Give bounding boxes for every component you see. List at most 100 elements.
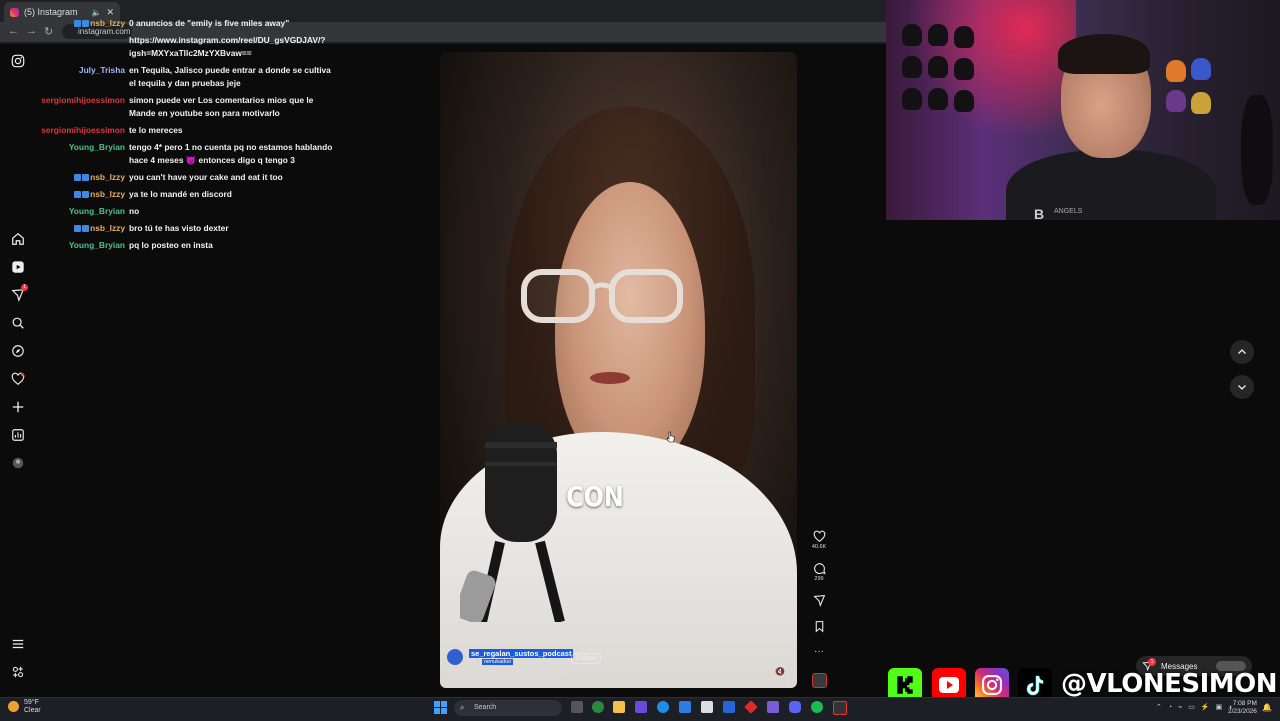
reel-video[interactable]: CON se_regalan_sustos_podcast nenukadoo … <box>440 52 797 688</box>
chat-username <box>30 34 129 60</box>
more-options-icon[interactable]: ··· <box>810 646 828 657</box>
more-icon[interactable] <box>10 636 26 652</box>
clock-time: 7:08 PM <box>1232 700 1257 707</box>
taskbar-clock[interactable]: 7:08 PM 2/23/2026 <box>1228 700 1257 716</box>
meta-icon[interactable] <box>10 664 26 680</box>
shelf-cap <box>1191 58 1211 80</box>
clock-date: 2/23/2026 <box>1228 708 1257 715</box>
edge-icon[interactable] <box>657 701 669 713</box>
messages-icon[interactable]: 1 <box>10 284 28 303</box>
comment-icon <box>813 563 826 575</box>
next-reel-button[interactable] <box>1230 375 1254 399</box>
chat-badge-icon <box>82 191 90 198</box>
notifications-icon[interactable] <box>10 371 26 387</box>
share-icon <box>812 595 825 607</box>
chat-message: sergiomihijoessimon te lo mereces <box>30 124 340 137</box>
chat-username: sergiomihijoessimon <box>30 124 129 137</box>
search-icon[interactable] <box>10 315 26 331</box>
search-icon: ⌕ <box>460 703 465 712</box>
discord-icon[interactable] <box>789 701 801 713</box>
wall-cap <box>902 24 922 46</box>
home-icon[interactable] <box>10 231 26 247</box>
store-icon[interactable] <box>723 701 735 713</box>
app-icon[interactable] <box>701 701 713 713</box>
chat-text: bro tú te has visto dexter <box>129 223 229 233</box>
speaker-icon[interactable]: 🔈 <box>91 8 101 17</box>
system-tray-icons[interactable]: ⌃◔⌁▭⚡▣◖ <box>1156 703 1238 711</box>
chat-badge-icon <box>74 191 82 198</box>
explore-icon[interactable] <box>10 343 26 359</box>
share-button[interactable] <box>810 594 828 608</box>
wall-cap <box>928 56 948 78</box>
chat-badge-icon <box>82 174 90 181</box>
chevron-down-icon <box>1238 385 1246 390</box>
bookmark-icon <box>815 621 823 633</box>
chat-username: sergiomihijoessimon <box>30 94 129 120</box>
windows-start-icon[interactable] <box>434 701 447 714</box>
profile-icon[interactable] <box>10 455 26 471</box>
chat-username-text: sergiomihijoessimon <box>41 125 125 135</box>
instagram-logo-icon[interactable] <box>10 53 26 69</box>
chat-message: Young_Bryian pq lo posteo en insta <box>30 239 340 252</box>
volume-icon[interactable]: 🔇 <box>775 667 785 676</box>
chat-badge-icon <box>82 20 90 27</box>
obs-icon[interactable] <box>833 701 847 715</box>
chat-message: https://www.instagram.com/reel/DU_gsVGDJ… <box>30 34 340 60</box>
audio-thumbnail[interactable] <box>812 673 827 688</box>
chat-username-text: nsb_Izzy <box>90 189 125 199</box>
shelf-cap <box>1166 90 1186 112</box>
mail-icon[interactable] <box>679 701 691 713</box>
previous-reel-button[interactable] <box>1230 340 1254 364</box>
messages-badge: 1 <box>1148 658 1156 666</box>
chat-username: Young_Bryian <box>30 205 129 218</box>
streamer-handle: @VLONESIMON <box>1061 669 1278 699</box>
chat-username: Young_Bryian <box>30 141 129 167</box>
chat-text: no <box>129 206 140 216</box>
chat-username: Young_Bryian <box>30 239 129 252</box>
close-tab-icon[interactable]: ✕ <box>106 7 114 18</box>
chat-badge-icon <box>82 225 90 232</box>
create-icon[interactable] <box>10 399 26 415</box>
reel-caption-overlay: CON <box>566 480 624 513</box>
chat-text: te lo mereces <box>129 125 183 135</box>
spotify-icon[interactable] <box>811 701 823 713</box>
save-button[interactable] <box>810 620 828 634</box>
browser-tab-title: (5) Instagram <box>24 7 78 17</box>
chevron-up-icon <box>1238 349 1246 354</box>
file-explorer-icon[interactable] <box>613 701 625 713</box>
like-button[interactable]: 40.6K <box>810 530 828 550</box>
dashboard-icon[interactable] <box>10 427 26 443</box>
wall-cap <box>902 56 922 78</box>
weather-icon <box>8 701 19 712</box>
sub-account-name[interactable]: nenukadoo <box>482 659 514 665</box>
taskbar-search[interactable]: Search <box>454 700 562 716</box>
video-subject-lips <box>590 372 630 384</box>
chat-message: Young_Bryian no <box>30 205 340 218</box>
hanging-bag <box>1241 95 1273 205</box>
back-icon[interactable]: ← <box>8 25 19 37</box>
notification-bell-icon[interactable]: 🔔 <box>1262 703 1272 712</box>
chat-username: nsb_Izzy <box>30 17 129 30</box>
chat-text: tengo 4* pero 1 no cuenta pq no estamos … <box>129 142 333 165</box>
app-icon[interactable] <box>635 701 647 713</box>
streamer-hair <box>1058 34 1150 74</box>
reels-icon[interactable] <box>10 259 26 275</box>
task-view-icon[interactable] <box>571 701 583 713</box>
microphone-image <box>460 422 565 622</box>
reel-description[interactable]: El padre que vió lo peor | capítulo 170 <box>447 671 565 678</box>
chat-username-text: nsb_Izzy <box>90 223 125 233</box>
app-icon[interactable] <box>767 701 779 713</box>
heart-icon <box>813 530 825 543</box>
account-avatar[interactable] <box>447 649 463 665</box>
chat-text: en Tequila, Jalisco puede entrar a donde… <box>129 65 331 88</box>
account-name[interactable]: se_regalan_sustos_podcast <box>469 649 574 658</box>
chat-message: nsb_Izzy you can't have your cake and eat… <box>30 171 340 184</box>
chat-username-text: Young_Bryian <box>68 206 125 216</box>
wall-cap <box>928 24 948 46</box>
comment-button[interactable]: 299 <box>810 562 828 582</box>
video-subject-glasses <box>521 269 683 323</box>
webcam-feed: B ANGELS <box>886 0 1280 220</box>
follow-button[interactable]: Follow <box>571 653 602 664</box>
chat-badge-icon <box>74 20 82 27</box>
chrome-icon[interactable] <box>592 701 604 713</box>
